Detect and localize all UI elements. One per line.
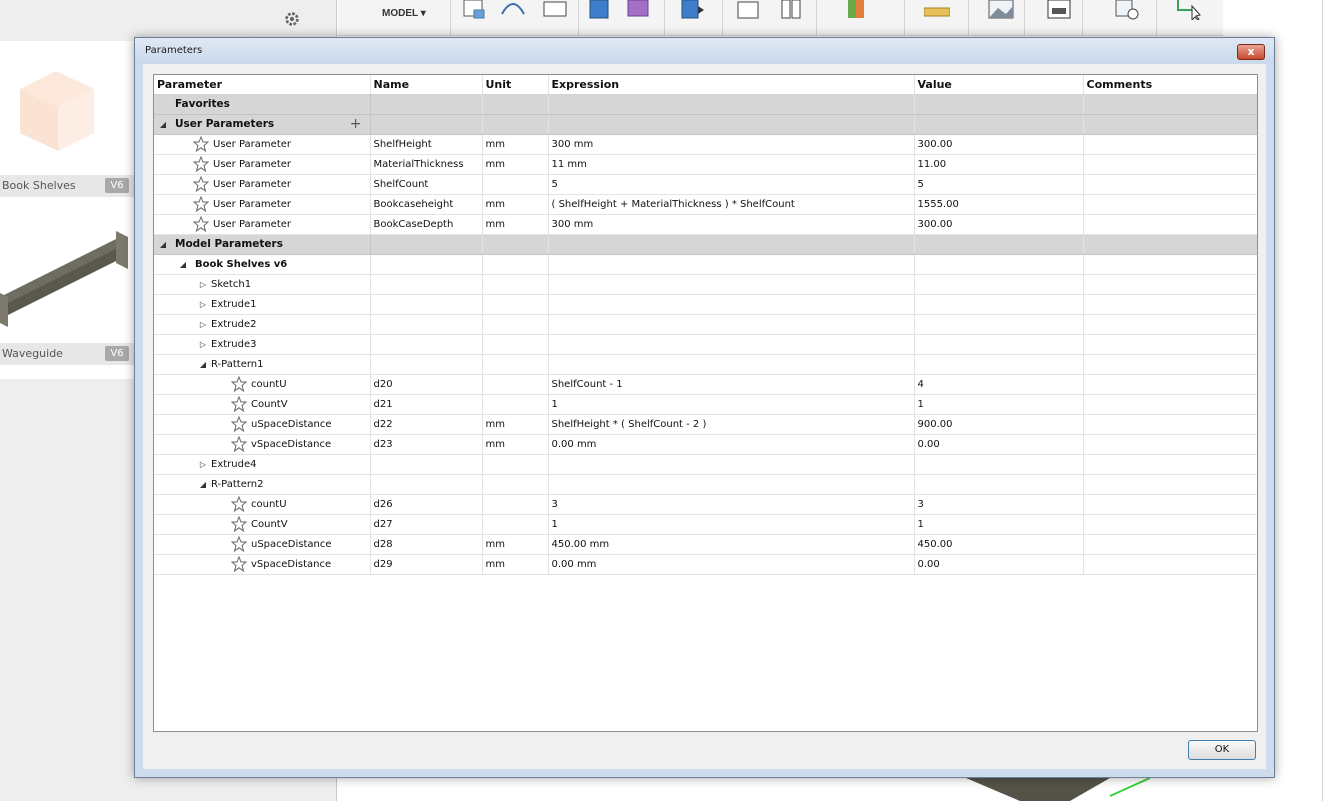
feature-row[interactable]: ▷ Extrude2 <box>154 314 1257 335</box>
model-parameters-group-row[interactable]: ◢ Model Parameters <box>154 234 1257 255</box>
viewport-model <box>966 778 1151 801</box>
press-pull-icon[interactable] <box>680 0 706 20</box>
feature-row[interactable]: ▷ Extrude4 <box>154 454 1257 475</box>
user-parameters-group-row[interactable]: ◢ User Parameters + <box>154 114 1257 135</box>
favorite-star-icon[interactable] <box>231 556 247 572</box>
table-row[interactable]: CountV d21 1 1 <box>154 394 1257 415</box>
close-icon: x <box>1247 45 1255 58</box>
expand-triangle-icon[interactable]: ◢ <box>157 240 169 249</box>
column-header[interactable]: Name <box>370 75 483 95</box>
table-row[interactable]: countU d20 ShelfCount - 1 4 <box>154 374 1257 395</box>
scripts-icon[interactable] <box>1114 0 1140 20</box>
table-header: Parameter Name Unit Expression Value Com… <box>154 75 1257 95</box>
parameters-dialog: Parameters x Parameter Name Unit Express… <box>134 37 1275 778</box>
expand-triangle-icon[interactable]: ◢ <box>197 360 209 369</box>
expand-triangle-icon[interactable]: ◢ <box>177 260 189 269</box>
dialog-title: Parameters <box>145 45 203 56</box>
feature-row[interactable]: ◢ R-Pattern2 <box>154 474 1257 495</box>
main-toolbar: MODEL ▾ <box>338 0 1223 36</box>
column-header[interactable]: Comments <box>1083 75 1257 95</box>
measure-icon[interactable] <box>924 0 950 20</box>
design-thumbnail[interactable]: Waveguide V6 <box>0 209 135 379</box>
table-row[interactable]: uSpaceDistance d28 mm 450.00 mm 450.00 <box>154 534 1257 555</box>
group-label: Model Parameters <box>175 238 283 250</box>
joint-icon[interactable] <box>778 0 804 20</box>
component-icon[interactable] <box>736 0 762 20</box>
table-row[interactable]: CountV d27 1 1 <box>154 514 1257 535</box>
version-badge: V6 <box>105 346 129 361</box>
divider <box>1322 0 1323 801</box>
favorite-star-icon[interactable] <box>231 416 247 432</box>
design-name: Waveguide <box>2 347 63 360</box>
component-row[interactable]: ◢ Book Shelves v6 <box>154 254 1257 275</box>
table-row[interactable]: User Parameter Bookcaseheight mm ( Shelf… <box>154 194 1257 215</box>
insert-image-icon[interactable] <box>988 0 1014 20</box>
favorites-group-row[interactable]: Favorites <box>154 94 1257 115</box>
table-row[interactable]: uSpaceDistance d22 mm ShelfHeight * ( Sh… <box>154 414 1257 435</box>
close-button[interactable]: x <box>1237 44 1265 60</box>
table-row[interactable]: User Parameter BookCaseDepth mm 300 mm 3… <box>154 214 1257 235</box>
favorite-star-icon[interactable] <box>193 156 209 172</box>
expand-triangle-icon[interactable]: ◢ <box>197 480 209 489</box>
column-header[interactable]: Expression <box>548 75 915 95</box>
expand-triangle-icon[interactable]: ◢ <box>157 120 169 129</box>
collapsed-triangle-icon[interactable]: ▷ <box>197 280 209 289</box>
table-row[interactable]: User Parameter ShelfCount 5 5 <box>154 174 1257 195</box>
add-parameter-button[interactable]: + <box>350 116 362 132</box>
table-row[interactable]: countU d26 3 3 <box>154 494 1257 515</box>
favorite-star-icon[interactable] <box>193 136 209 152</box>
box-create-icon[interactable] <box>588 0 614 20</box>
feature-row[interactable]: ▷ Extrude1 <box>154 294 1257 315</box>
collapsed-triangle-icon[interactable]: ▷ <box>197 340 209 349</box>
feature-row[interactable]: ◢ R-Pattern1 <box>154 354 1257 375</box>
table-row[interactable]: User Parameter MaterialThickness mm 11 m… <box>154 154 1257 175</box>
design-thumbnail[interactable]: Book Shelves V6 <box>0 41 135 211</box>
design-name: Book Shelves <box>2 179 76 192</box>
favorite-star-icon[interactable] <box>231 496 247 512</box>
gear-icon[interactable] <box>283 10 301 28</box>
favorite-star-icon[interactable] <box>231 536 247 552</box>
feature-row[interactable]: ▷ Sketch1 <box>154 274 1257 295</box>
column-header[interactable]: Unit <box>482 75 549 95</box>
collapsed-triangle-icon[interactable]: ▷ <box>197 300 209 309</box>
box-icon <box>20 71 94 151</box>
select-cursor-icon[interactable] <box>1176 0 1202 20</box>
dialog-titlebar[interactable]: Parameters x <box>135 38 1274 64</box>
print-icon[interactable] <box>1046 0 1072 20</box>
table-row[interactable]: vSpaceDistance d29 mm 0.00 mm 0.00 <box>154 554 1257 575</box>
group-label: User Parameters <box>175 118 275 130</box>
favorite-star-icon[interactable] <box>231 516 247 532</box>
collapsed-triangle-icon[interactable]: ▷ <box>197 460 209 469</box>
waveguide-icon <box>0 231 128 327</box>
ok-button[interactable]: OK <box>1188 740 1256 760</box>
favorite-star-icon[interactable] <box>193 216 209 232</box>
feature-row[interactable]: ▷ Extrude3 <box>154 334 1257 355</box>
column-header[interactable]: Parameter <box>154 75 371 95</box>
favorite-star-icon[interactable] <box>231 396 247 412</box>
sketch-icon[interactable] <box>462 0 488 20</box>
favorite-star-icon[interactable] <box>193 176 209 192</box>
offset-plane-icon[interactable] <box>844 0 870 20</box>
dialog-body: Parameter Name Unit Expression Value Com… <box>143 64 1266 769</box>
version-badge: V6 <box>105 178 129 193</box>
column-header[interactable]: Value <box>914 75 1084 95</box>
favorite-star-icon[interactable] <box>231 436 247 452</box>
table-row[interactable]: User Parameter ShelfHeight mm 300 mm 300… <box>154 134 1257 155</box>
workspace-switcher[interactable]: MODEL ▾ <box>382 8 426 19</box>
favorite-star-icon[interactable] <box>231 376 247 392</box>
group-label: Favorites <box>175 98 230 110</box>
parameters-table[interactable]: Parameter Name Unit Expression Value Com… <box>153 74 1258 732</box>
grid-icon[interactable] <box>626 0 652 20</box>
plane-icon[interactable] <box>542 0 568 20</box>
collapsed-triangle-icon[interactable]: ▷ <box>197 320 209 329</box>
table-row[interactable]: vSpaceDistance d23 mm 0.00 mm 0.00 <box>154 434 1257 455</box>
arc-icon[interactable] <box>500 0 526 20</box>
favorite-star-icon[interactable] <box>193 196 209 212</box>
